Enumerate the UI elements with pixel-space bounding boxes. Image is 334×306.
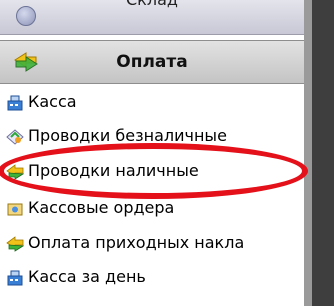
group-header-payment[interactable]: Оплата [0,40,304,84]
group-label-payment: Оплата [116,52,188,72]
group-header-warehouse[interactable]: Склад [0,0,304,35]
sidebar-panel: Склад Оплата Касса [0,0,334,306]
sidebar-item-label: Кассовые ордера [28,198,175,217]
group-label-warehouse: Склад [126,0,178,9]
cash-posting-icon [6,163,25,181]
sidebar-item-label: Проводки безналичные [28,126,227,145]
sidebar-item-daily-cash[interactable]: Касса за день [0,265,304,291]
cash-orders-icon [6,200,24,218]
sidebar-item-label: Проводки наличные [28,161,199,180]
warehouse-icon [16,6,36,26]
window-edge [312,0,334,306]
payment-arrows-icon [6,235,25,253]
sidebar-item-label: Касса за день [28,267,146,286]
sidebar-item-incoming-invoice-payment[interactable]: Оплата приходных накла [0,231,304,257]
sidebar-item-noncash-postings[interactable]: Проводки безналичные [0,124,304,150]
sidebar-item-label: Касса [28,92,77,111]
cash-register-icon [6,269,24,287]
sidebar-item-cash-postings[interactable]: Проводки наличные [0,159,304,185]
sidebar-item-label: Оплата приходных накла [28,233,245,252]
sidebar-item-cash-orders[interactable]: Кассовые ордера [0,196,304,222]
noncash-posting-icon [6,128,24,146]
sidebar-item-kassa[interactable]: Касса [0,90,304,116]
cash-register-icon [6,94,24,112]
